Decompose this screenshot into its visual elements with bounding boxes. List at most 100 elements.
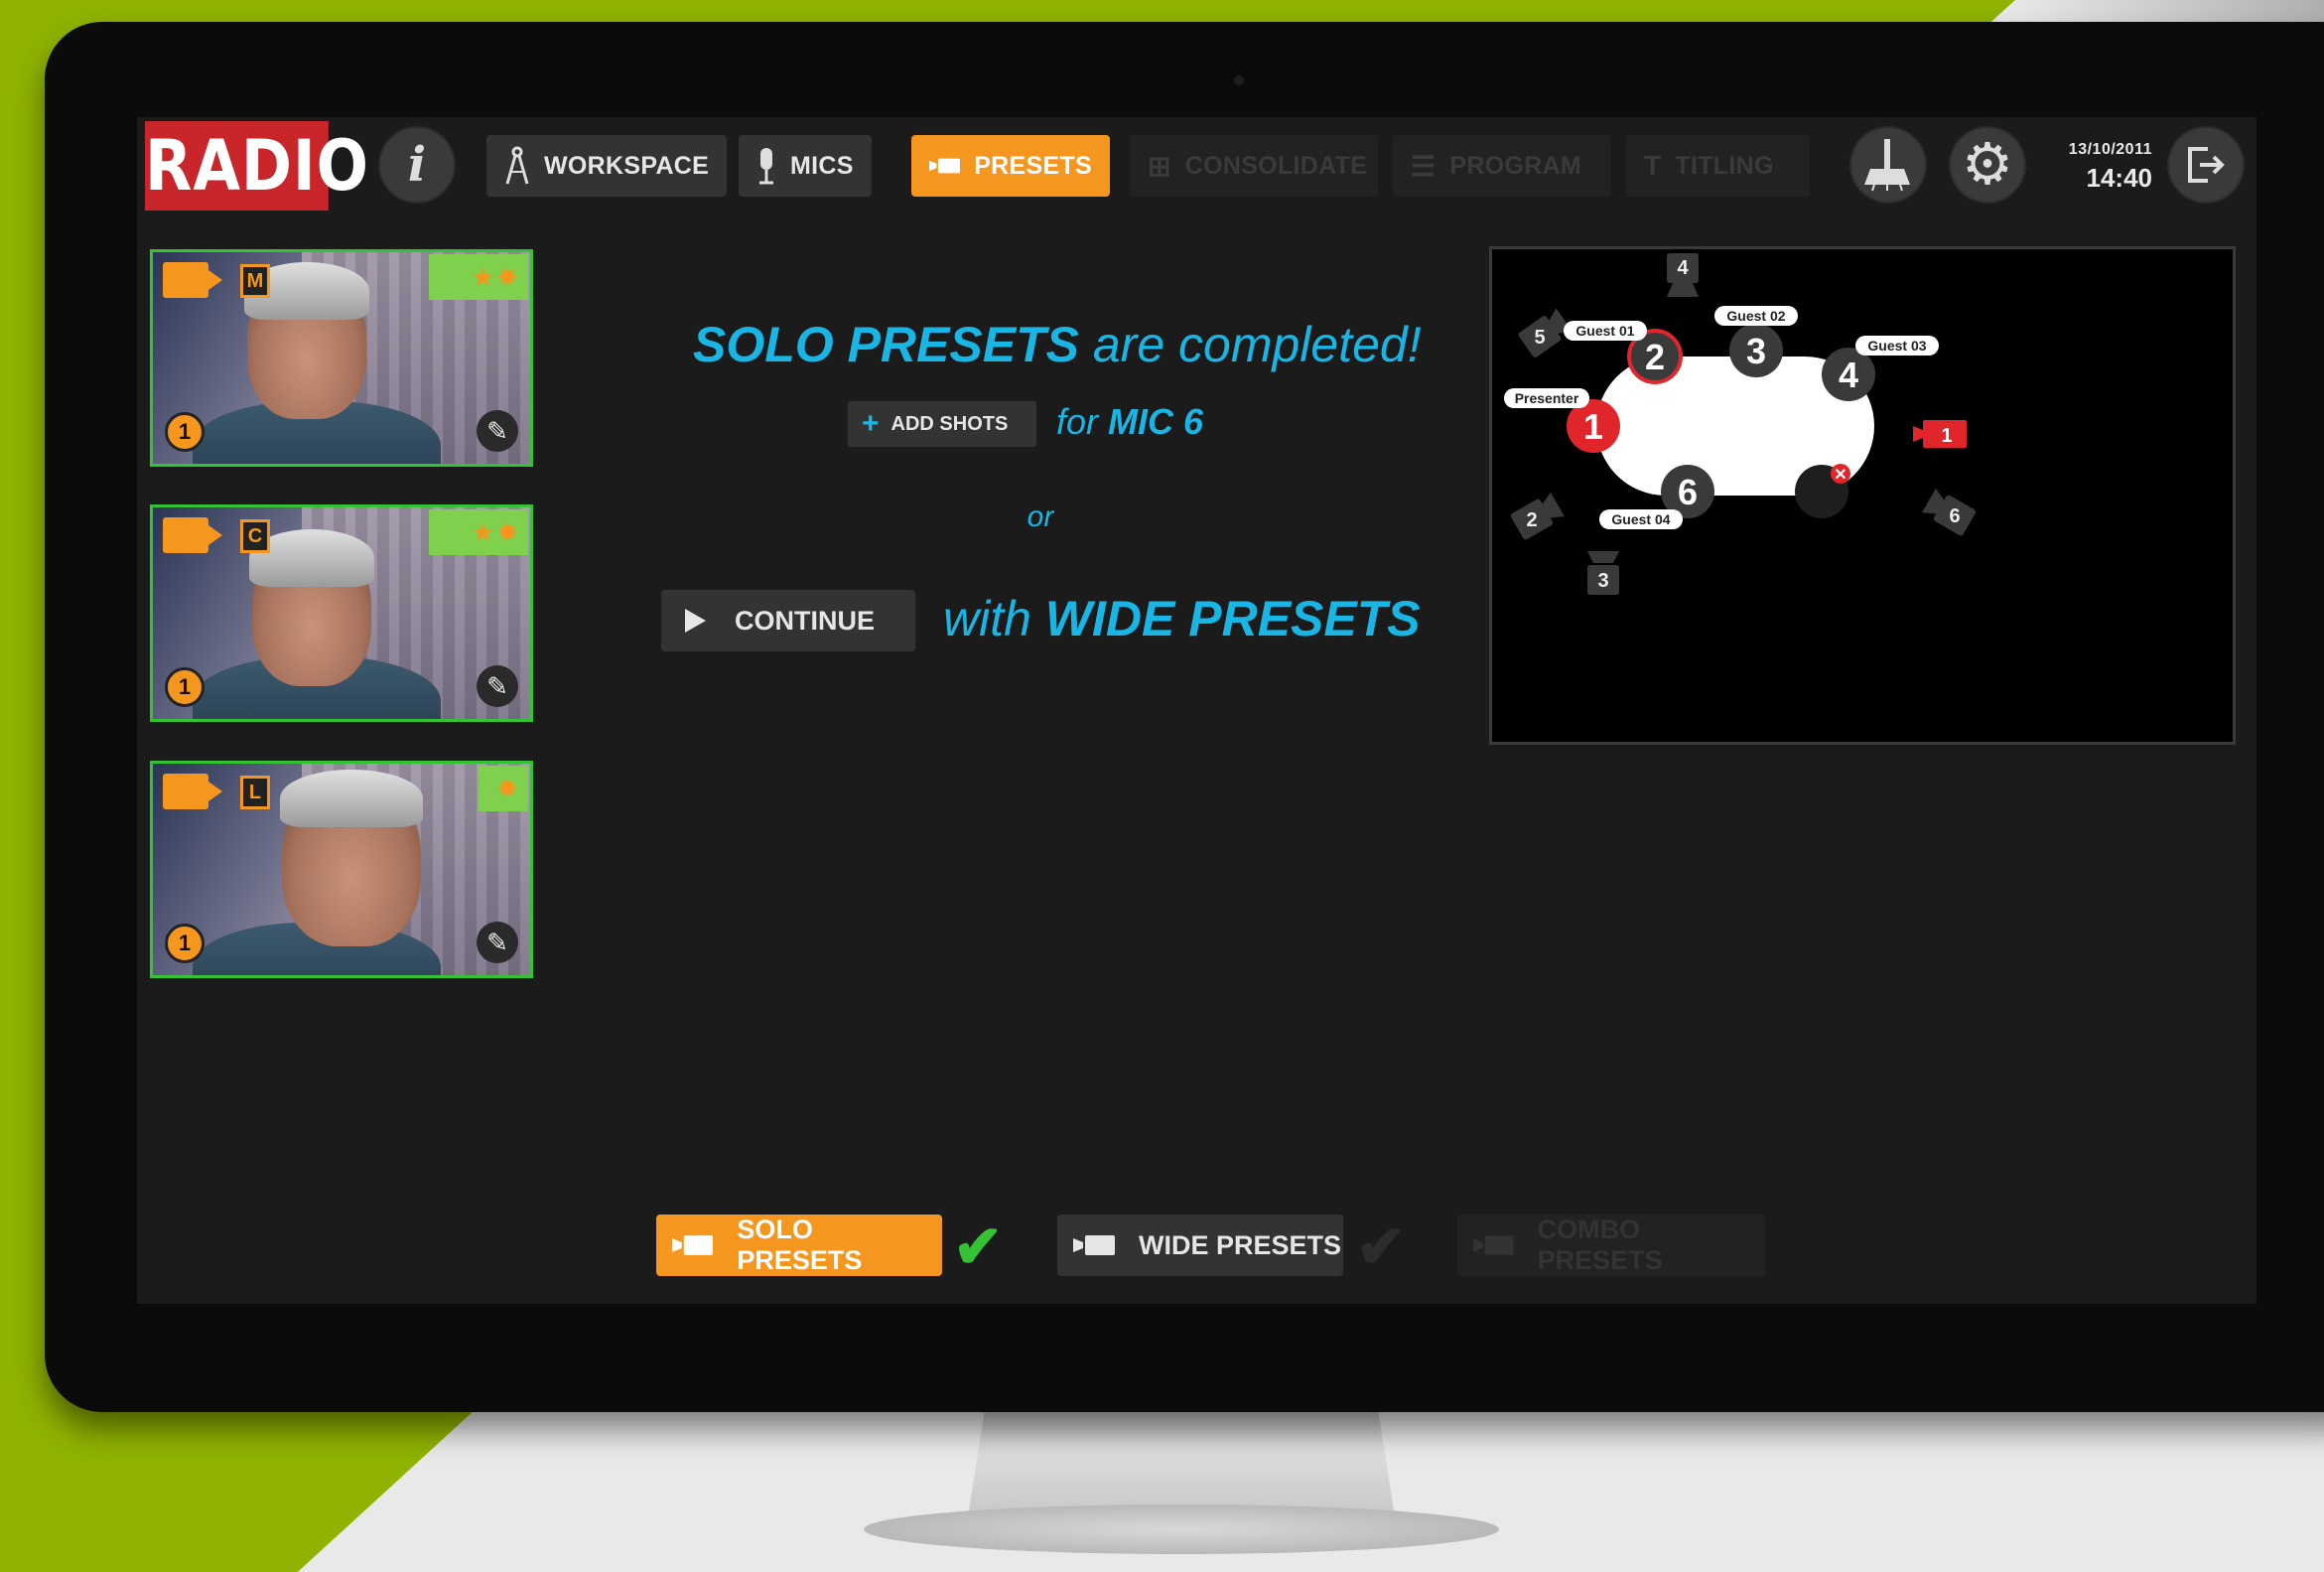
continue-button[interactable]: CONTINUE bbox=[661, 590, 915, 651]
add-shots-button[interactable]: + ADD SHOTS bbox=[848, 401, 1036, 447]
date-label: 13/10/2011 bbox=[2068, 141, 2152, 158]
thumbnail-person-hair bbox=[280, 770, 423, 827]
nav-presets-label: PRESETS bbox=[974, 151, 1092, 180]
seat-number: 2 bbox=[1645, 337, 1665, 377]
camera-number-badge: 1 bbox=[165, 412, 205, 452]
tab-solo-label: SOLO PRESETS bbox=[737, 1215, 863, 1275]
camera-marker-3: 3 bbox=[1587, 551, 1619, 595]
tab-wide-label: WIDE PRESETS bbox=[1139, 1229, 1342, 1260]
star-icon: ✸ bbox=[496, 774, 520, 803]
logout-button[interactable] bbox=[2167, 126, 2245, 204]
nav-workspace[interactable]: WORKSPACE bbox=[486, 135, 728, 197]
check-icon: ✔ bbox=[953, 1214, 1004, 1280]
tab-combo-presets[interactable]: COMBO PRESETS bbox=[1457, 1215, 1765, 1276]
for-prefix: for bbox=[1056, 401, 1109, 442]
label-text: Guest 03 bbox=[1867, 338, 1926, 354]
nav-workspace-label: WORKSPACE bbox=[544, 151, 710, 180]
nav-consolidate-label: CONSOLIDATE bbox=[1184, 151, 1368, 180]
completion-message: SOLO PRESETS are completed! bbox=[693, 316, 1422, 373]
label-presenter: Presenter bbox=[1504, 388, 1589, 408]
check-icon: ✔ bbox=[1356, 1214, 1407, 1280]
settings-button[interactable]: ⚙ bbox=[1949, 126, 2026, 204]
with-prefix: with bbox=[943, 591, 1045, 646]
nav-presets[interactable]: PRESETS bbox=[911, 135, 1110, 197]
shot-size-badge: C bbox=[240, 519, 270, 553]
microphone-icon bbox=[759, 148, 773, 185]
studio-map[interactable]: 4 5 2 3 6 1 1 2 3 4 6 ✕ Guest 01 Guest 0… bbox=[1489, 246, 2236, 745]
edit-button[interactable]: ✎ bbox=[477, 922, 518, 963]
label-guest01: Guest 01 bbox=[1564, 321, 1647, 341]
camera-icon bbox=[163, 517, 208, 553]
camera-icon bbox=[163, 774, 208, 809]
camera-number-badge: 1 bbox=[165, 924, 205, 963]
nav-consolidate[interactable]: ⊞ CONSOLIDATE bbox=[1130, 135, 1378, 197]
list-icon: ☰ bbox=[1411, 150, 1436, 182]
continue-label: CONTINUE bbox=[735, 605, 875, 636]
completion-message-rest: are completed! bbox=[1078, 317, 1422, 372]
shot-size-badge: M bbox=[240, 264, 270, 298]
nav-mics[interactable]: MICS bbox=[739, 135, 872, 197]
label-text: Guest 04 bbox=[1611, 511, 1670, 527]
with-wide-text: with WIDE PRESETS bbox=[943, 590, 1421, 647]
camera-icon bbox=[163, 262, 208, 298]
star-icon: ★✸ bbox=[471, 262, 520, 292]
completion-message-bold: SOLO PRESETS bbox=[693, 317, 1079, 372]
app-screen: RADIO i WORKSPACE MICS PRESETS ⊞ CONSOLI… bbox=[137, 117, 2256, 1304]
shot-size-badge: L bbox=[240, 776, 270, 809]
webcam-dot bbox=[1234, 75, 1244, 85]
with-bold: WIDE PRESETS bbox=[1044, 591, 1421, 646]
camera-marker-label: 1 bbox=[1941, 425, 1952, 447]
camera-marker-6: 6 bbox=[1922, 488, 1977, 536]
consolidate-icon: ⊞ bbox=[1148, 150, 1171, 182]
camera-icon bbox=[929, 158, 961, 174]
camera-marker-label: 2 bbox=[1526, 509, 1537, 531]
for-mic-text: for MIC 6 bbox=[1056, 401, 1203, 443]
camera-number-badge: 1 bbox=[165, 667, 205, 707]
preset-thumbnail[interactable]: M ★✸ 1 ✎ bbox=[150, 249, 533, 467]
monitor-stand-base bbox=[864, 1504, 1499, 1554]
label-text: Guest 02 bbox=[1726, 308, 1785, 324]
broom-button[interactable] bbox=[1849, 126, 1927, 204]
preset-thumbnail[interactable]: C ★✸ 1 ✎ bbox=[150, 504, 533, 722]
seat-number: 1 bbox=[1583, 406, 1603, 447]
time-label: 14:40 bbox=[2086, 163, 2153, 193]
label-text: Guest 01 bbox=[1575, 323, 1634, 339]
camera-icon bbox=[1073, 1235, 1115, 1255]
seat-3: 3 bbox=[1729, 324, 1783, 377]
nav-titling-label: TITLING bbox=[1675, 151, 1774, 180]
seat-4: 4 bbox=[1822, 348, 1875, 401]
preset-thumbnail[interactable]: L ✸ 1 ✎ bbox=[150, 761, 533, 978]
tab-solo-presets[interactable]: SOLO PRESETS bbox=[656, 1215, 942, 1276]
tab-wide-presets[interactable]: WIDE PRESETS bbox=[1057, 1215, 1343, 1276]
close-icon: ✕ bbox=[1834, 467, 1846, 484]
camera-marker-label: 4 bbox=[1677, 257, 1689, 279]
seat-number: 3 bbox=[1746, 331, 1766, 371]
plus-icon: + bbox=[862, 407, 880, 440]
broom-icon bbox=[1864, 139, 1910, 192]
label-guest02: Guest 02 bbox=[1714, 306, 1798, 326]
info-icon: i bbox=[407, 137, 427, 193]
camera-marker-label: 6 bbox=[1949, 505, 1960, 527]
seat-number: 4 bbox=[1839, 355, 1858, 395]
clock: 13/10/2011 14:40 bbox=[2043, 141, 2152, 194]
studio-map-canvas: 4 5 2 3 6 1 1 2 3 4 6 ✕ Guest 01 Guest 0… bbox=[1504, 253, 1977, 595]
info-button[interactable]: i bbox=[378, 126, 456, 204]
logout-icon bbox=[2188, 147, 2225, 183]
or-text: or bbox=[1026, 500, 1054, 533]
pencil-icon: ✎ bbox=[486, 415, 508, 446]
edit-button[interactable]: ✎ bbox=[477, 665, 518, 707]
camera-marker-1: 1 bbox=[1913, 420, 1967, 448]
label-guest03: Guest 03 bbox=[1855, 336, 1939, 356]
nav-titling[interactable]: T TITLING bbox=[1626, 135, 1810, 197]
titling-icon: T bbox=[1644, 150, 1662, 181]
label-guest04: Guest 04 bbox=[1599, 509, 1683, 529]
nav-program[interactable]: ☰ PROGRAM bbox=[1393, 135, 1611, 197]
mic-name: MIC 6 bbox=[1108, 401, 1204, 442]
camera-marker-label: 5 bbox=[1534, 327, 1545, 349]
edit-button[interactable]: ✎ bbox=[477, 410, 518, 452]
app-logo: RADIO bbox=[145, 121, 368, 211]
nav-mics-label: MICS bbox=[790, 151, 854, 180]
play-icon bbox=[685, 609, 706, 633]
pencil-icon: ✎ bbox=[486, 670, 508, 701]
camera-marker-label: 3 bbox=[1597, 570, 1608, 592]
